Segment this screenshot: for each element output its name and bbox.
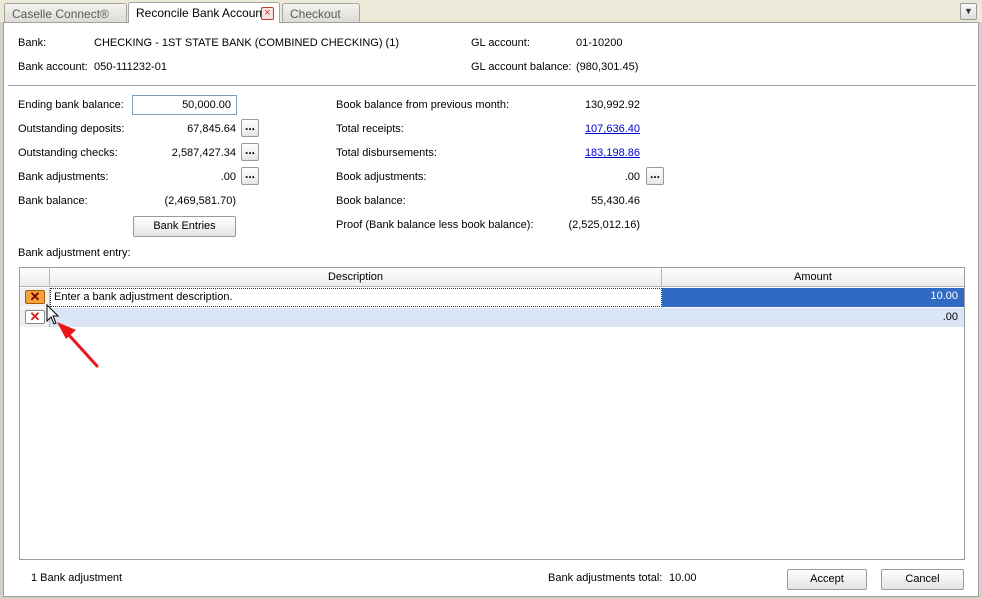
tab-label: Reconcile Bank Accounts — [136, 6, 272, 20]
tab-reconcile-bank-accounts[interactable]: Reconcile Bank Accounts × — [128, 2, 280, 23]
annotation-arrow-icon — [46, 303, 99, 368]
tab-checkout[interactable]: Checkout — [282, 3, 360, 23]
adjustments-total-value: 10.00 — [669, 572, 697, 584]
chevron-down-icon[interactable]: ▼ — [960, 3, 977, 20]
tab-label: Caselle Connect® — [12, 7, 109, 21]
adjustments-total-label: Bank adjustments total: — [548, 572, 663, 584]
adjustment-count: 1 Bank adjustment — [31, 572, 123, 584]
cancel-button[interactable]: Cancel — [881, 569, 964, 590]
tab-bar: Caselle Connect® Reconcile Bank Accounts… — [0, 0, 982, 23]
reconcile-panel: Bank: CHECKING - 1ST STATE BANK (COMBINE… — [3, 22, 979, 597]
tab-caselle-connect[interactable]: Caselle Connect® — [4, 3, 127, 23]
close-icon[interactable]: × — [261, 7, 274, 20]
tab-label: Checkout — [290, 7, 341, 21]
accept-button[interactable]: Accept — [787, 569, 867, 590]
